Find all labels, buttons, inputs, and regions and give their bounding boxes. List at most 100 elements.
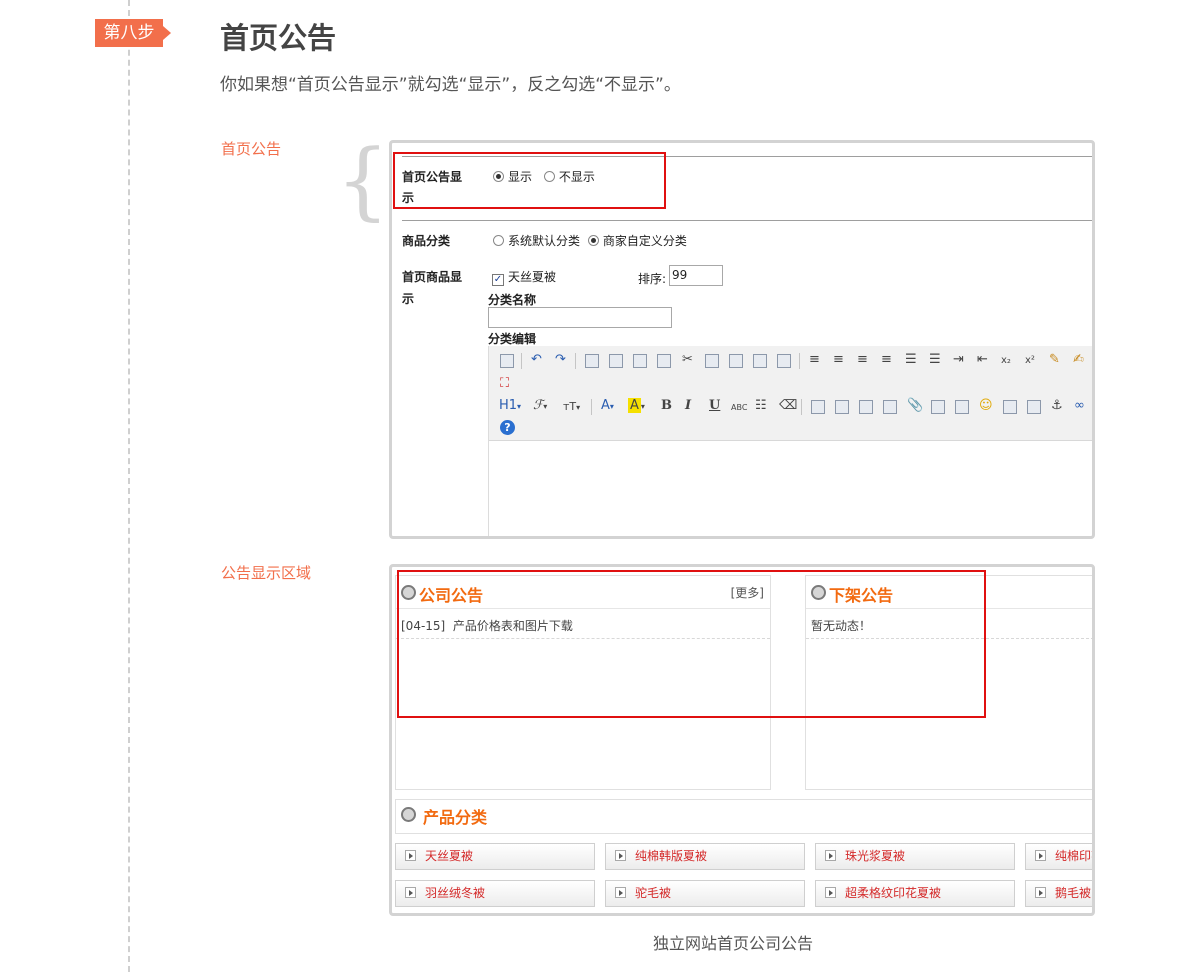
toolbar-separator: [521, 353, 522, 369]
emoticon-icon[interactable]: ☺: [979, 398, 993, 414]
ordered-list-icon[interactable]: ☰: [905, 352, 917, 368]
align-center-icon[interactable]: ≡: [833, 352, 844, 368]
timeline-dashed-line: [128, 0, 130, 972]
home-products-checkbox[interactable]: ✓ 天丝夏被: [492, 268, 556, 286]
company-notice-panel: 公司公告 [更多] [04-15] 产品价格表和图片下载: [395, 575, 771, 790]
unordered-list-icon[interactable]: ☰: [929, 352, 941, 368]
source-icon[interactable]: [500, 354, 514, 368]
clear-format-icon[interactable]: ✎: [1049, 352, 1060, 368]
figure-caption: 独立网站首页公司公告: [653, 934, 814, 953]
category-item[interactable]: 驼毛被: [605, 880, 805, 907]
highlight-color-button[interactable]: A ▾: [628, 398, 645, 415]
bullet-icon: [401, 585, 416, 600]
product-category-panel: 产品分类: [395, 799, 1092, 834]
attachment-icon[interactable]: 📎: [907, 398, 923, 414]
arrow-icon: [825, 887, 836, 898]
print-icon[interactable]: [609, 354, 623, 368]
brace-decoration: {: [336, 131, 390, 229]
outdent-icon[interactable]: ⇤: [977, 352, 988, 368]
bold-icon[interactable]: B: [661, 398, 672, 414]
divider: [402, 220, 1092, 221]
page-break-icon[interactable]: [1027, 400, 1041, 414]
superscript-icon[interactable]: x²: [1025, 353, 1035, 369]
category-item[interactable]: 珠光浆夏被: [815, 843, 1015, 870]
notice-display-options: 显示 不显示: [493, 168, 603, 185]
settings-screenshot-frame: 首页公告显 示 显示 不显示 商品分类 系统默认分类 商家自定义分类 首页商品显…: [389, 140, 1095, 539]
arrow-icon: [1035, 887, 1046, 898]
template-icon[interactable]: [633, 354, 647, 368]
toolbar-separator: [801, 399, 802, 415]
justify-icon[interactable]: ≡: [881, 352, 892, 368]
category-name-input[interactable]: [488, 307, 672, 328]
preview-icon[interactable]: [585, 354, 599, 368]
divider: [402, 156, 1092, 157]
align-left-icon[interactable]: ≡: [809, 352, 820, 368]
show-radio-option[interactable]: 显示: [493, 170, 532, 184]
product-category-options: 系统默认分类 商家自定义分类: [493, 232, 695, 249]
insert-image-icon[interactable]: [811, 400, 825, 414]
table-icon[interactable]: [931, 400, 945, 414]
fullscreen-icon[interactable]: ⛶: [500, 376, 509, 392]
section-label-notice-area: 公告显示区域: [221, 564, 312, 582]
insert-flash-icon[interactable]: [859, 400, 873, 414]
heading-dropdown[interactable]: H1▾: [499, 398, 521, 415]
font-color-button[interactable]: A▾: [601, 398, 614, 415]
insert-media-icon[interactable]: [883, 400, 897, 414]
radio-icon[interactable]: [493, 235, 504, 246]
category-item[interactable]: 纯棉印花: [1025, 843, 1092, 870]
code-icon[interactable]: [657, 354, 671, 368]
custom-category-radio-option[interactable]: 商家自定义分类: [587, 234, 687, 248]
notice-display-label: 首页公告显: [402, 170, 463, 184]
paste-text-icon[interactable]: [753, 354, 767, 368]
help-icon[interactable]: ?: [500, 420, 515, 435]
panel-title: 公司公告: [419, 586, 484, 605]
more-link[interactable]: [更多]: [731, 584, 764, 601]
bullet-icon: [811, 585, 826, 600]
link-icon[interactable]: ∞: [1074, 398, 1085, 414]
redo-icon[interactable]: ↷: [555, 352, 566, 368]
panel-title: 下架公告: [829, 586, 894, 605]
underline-icon[interactable]: U: [709, 398, 720, 414]
copy-icon[interactable]: [705, 354, 719, 368]
paste-word-icon[interactable]: [777, 354, 791, 368]
horizontal-rule-icon[interactable]: [955, 400, 969, 414]
radio-icon[interactable]: [493, 171, 504, 182]
map-icon[interactable]: [1003, 400, 1017, 414]
step-badge: 第八步: [95, 19, 171, 47]
sort-input[interactable]: 99: [669, 265, 723, 286]
hide-radio-option[interactable]: 不显示: [543, 170, 595, 184]
select-all-icon[interactable]: ✍: [1073, 352, 1084, 368]
font-family-dropdown[interactable]: ℱ▾: [533, 398, 547, 415]
anchor-icon[interactable]: ⚓: [1051, 398, 1063, 414]
subscript-icon[interactable]: x₂: [1001, 353, 1011, 369]
home-products-label: 首页商品显: [402, 270, 463, 284]
align-right-icon[interactable]: ≡: [857, 352, 868, 368]
category-item[interactable]: 鹅毛被: [1025, 880, 1092, 907]
toolbar-separator: [799, 353, 800, 369]
indent-icon[interactable]: ⇥: [953, 352, 964, 368]
step-description: 你如果想“首页公告显示”就勾选“显示”，反之勾选“不显示”。: [220, 75, 681, 95]
category-item[interactable]: 超柔格纹印花夏被: [815, 880, 1015, 907]
radio-icon[interactable]: [543, 171, 555, 182]
cut-icon[interactable]: ✂: [682, 352, 693, 368]
category-name-label: 分类名称: [488, 293, 537, 307]
panel-title: 产品分类: [423, 808, 488, 827]
default-category-radio-option[interactable]: 系统默认分类: [493, 234, 580, 248]
undo-icon[interactable]: ↶: [531, 352, 542, 368]
category-item[interactable]: 天丝夏被: [395, 843, 595, 870]
checkbox-icon[interactable]: ✓: [492, 274, 504, 286]
strikethrough-icon[interactable]: ABC: [731, 400, 747, 416]
category-item[interactable]: 羽丝绒冬被: [395, 880, 595, 907]
radio-icon[interactable]: [587, 235, 599, 246]
rich-text-editor[interactable]: ↶ ↷ ✂ ≡ ≡ ≡ ≡ ☰ ☰ ⇥ ⇤ x₂ x² ✎ ✍ ⛶ H1▾ ℱ▾…: [488, 346, 1092, 536]
paste-icon[interactable]: [729, 354, 743, 368]
insert-multi-image-icon[interactable]: [835, 400, 849, 414]
line-height-icon[interactable]: ☷: [755, 398, 767, 414]
notice-item[interactable]: [04-15] 产品价格表和图片下载: [401, 617, 573, 634]
font-size-dropdown[interactable]: тT▾: [563, 399, 580, 416]
eraser-icon[interactable]: ⌫: [779, 398, 797, 414]
category-item[interactable]: 纯棉韩版夏被: [605, 843, 805, 870]
arrow-icon: [615, 850, 626, 861]
italic-icon[interactable]: I: [685, 398, 691, 414]
offline-notice-panel: 下架公告 暂无动态！: [805, 575, 1092, 790]
